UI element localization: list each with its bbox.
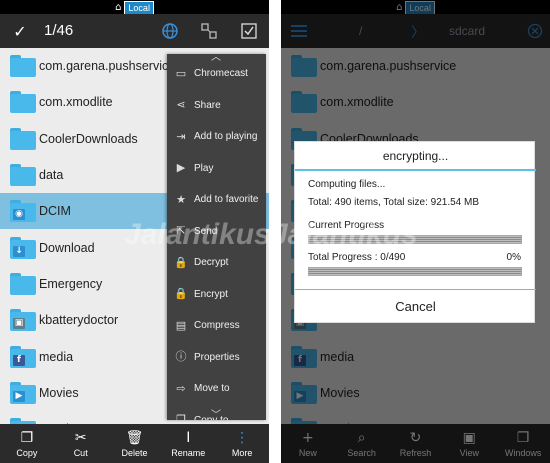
file-name: Movies bbox=[39, 385, 79, 400]
select-range-icon[interactable] bbox=[197, 19, 221, 43]
chromecast-icon: ▭ bbox=[175, 66, 187, 80]
folder-icon bbox=[10, 272, 36, 295]
rename-button[interactable]: I Rename bbox=[161, 424, 215, 463]
menu-item-move-to[interactable]: ⇨ Move to bbox=[167, 373, 266, 404]
menu-item-label: Share bbox=[194, 99, 221, 111]
menu-item-label: Chromecast bbox=[194, 68, 248, 79]
menu-item-play[interactable]: ▶ Play bbox=[167, 153, 266, 184]
file-name: media bbox=[39, 349, 74, 364]
folder-icon: ▶ bbox=[10, 381, 36, 404]
watermark-text: Jalantikus bbox=[281, 218, 418, 251]
watermark: Jalantikus bbox=[281, 218, 418, 252]
menu-item-label: Copy to bbox=[194, 414, 229, 421]
compress-icon: ▤ bbox=[175, 318, 187, 332]
selection-toolbar: ✓ 1/46 bbox=[0, 14, 269, 48]
check-icon[interactable]: ✓ bbox=[8, 19, 32, 43]
folder-icon: ◉ bbox=[10, 200, 36, 223]
copy-icon: ❐ bbox=[20, 430, 34, 446]
lock-icon: 🔒 bbox=[174, 255, 188, 269]
total-progress-percent: 0% bbox=[506, 252, 521, 263]
menu-item-chromecast[interactable]: ▭ Chromecast bbox=[167, 58, 266, 89]
info-icon: ⓘ bbox=[175, 350, 187, 363]
globe-icon[interactable] bbox=[158, 19, 182, 43]
menu-item-add-to-favorite[interactable]: ★ Add to favorite bbox=[167, 184, 266, 215]
folder-icon: ▣ bbox=[10, 309, 36, 332]
menu-item-label: Play bbox=[194, 162, 214, 174]
share-icon: ⋖ bbox=[176, 98, 186, 111]
folder-icon: f bbox=[10, 345, 36, 368]
folder-icon: ↓ bbox=[10, 236, 36, 259]
lock-icon: 🔒 bbox=[174, 287, 188, 300]
status-bar: ⌂ Local bbox=[0, 0, 269, 15]
facebook-icon: f bbox=[13, 354, 25, 366]
menu-item-encrypt[interactable]: 🔒 Encrypt bbox=[167, 279, 266, 310]
home-icon: ⌂ bbox=[115, 2, 122, 13]
bottom-button-label: Cut bbox=[73, 448, 88, 458]
copy-button[interactable]: ❐ Copy bbox=[0, 424, 54, 463]
file-name: Download bbox=[39, 240, 95, 255]
menu-item-label: Move to bbox=[194, 383, 230, 394]
folder-icon bbox=[10, 55, 36, 78]
bottom-button-label: Copy bbox=[16, 448, 38, 458]
menu-item-add-to-playing[interactable]: ⇥ Add to playing bbox=[167, 121, 266, 152]
file-name: kbatterydoctor bbox=[39, 313, 119, 328]
selection-count: 1/46 bbox=[44, 22, 74, 39]
cancel-button[interactable]: Cancel bbox=[295, 290, 536, 323]
star-icon: ★ bbox=[176, 192, 186, 206]
right-screen: ⌂ Local / 〉 sdcard com.garena.pushservic… bbox=[281, 0, 550, 463]
watermark-left: Jalantikus bbox=[124, 218, 271, 252]
folder-icon bbox=[10, 127, 36, 150]
total-progress-bar bbox=[308, 267, 522, 276]
menu-item-label: Encrypt bbox=[194, 288, 228, 300]
camera-icon: ◉ bbox=[13, 209, 25, 221]
add-to-playing-icon: ⇥ bbox=[176, 129, 186, 143]
menu-item-properties[interactable]: ⓘ Properties bbox=[167, 342, 266, 373]
location-chip[interactable]: Local bbox=[124, 1, 154, 15]
app-icon: ▣ bbox=[13, 318, 25, 330]
download-icon: ↓ bbox=[13, 245, 25, 257]
dialog-status: Computing files... bbox=[308, 179, 386, 190]
bottom-button-label: Rename bbox=[171, 448, 206, 458]
dialog-totals: Total: 490 items, Total size: 921.54 MB bbox=[308, 197, 480, 208]
folder-icon bbox=[10, 91, 36, 114]
file-name: DCIM bbox=[39, 204, 71, 219]
more-icon: ⋮ bbox=[235, 430, 250, 446]
menu-item-label: Add to favorite bbox=[194, 194, 259, 205]
delete-button[interactable]: 🗑 Delete bbox=[108, 424, 162, 463]
dialog-title: encrypting... bbox=[295, 142, 536, 171]
video-icon: ▶ bbox=[13, 390, 25, 402]
folder-icon bbox=[10, 164, 36, 187]
cut-button[interactable]: ✂ Cut bbox=[54, 424, 108, 463]
trash-icon: 🗑 bbox=[125, 430, 144, 446]
watermark-text: Jalantikus bbox=[124, 218, 271, 251]
menu-item-compress[interactable]: ▤ Compress bbox=[167, 310, 266, 341]
file-name: com.xmodlite bbox=[39, 95, 113, 110]
move-icon: ⇨ bbox=[176, 381, 186, 395]
more-button[interactable]: ⋮ More bbox=[215, 424, 269, 463]
bottom-action-bar: ❐ Copy ✂ Cut 🗑 Delete I Rename ⋮ More bbox=[0, 424, 269, 463]
menu-item-share[interactable]: ⋖ Share bbox=[167, 90, 266, 121]
file-name: Emergency bbox=[39, 276, 103, 291]
play-icon: ▶ bbox=[176, 161, 186, 174]
bottom-button-label: More bbox=[231, 448, 253, 458]
file-name: com.garena.pushservice bbox=[39, 59, 176, 74]
copy-icon: ❐ bbox=[176, 413, 186, 420]
menu-item-copy-to[interactable]: ❐ Copy to bbox=[167, 405, 266, 421]
menu-item-label: Compress bbox=[194, 320, 240, 331]
menu-item-label: Properties bbox=[194, 351, 240, 363]
bottom-button-label: Delete bbox=[121, 448, 148, 458]
total-progress-label: Total Progress : 0/490 bbox=[308, 252, 406, 263]
file-name: CoolerDownloads bbox=[39, 131, 138, 146]
select-all-icon[interactable] bbox=[237, 19, 261, 43]
file-name: data bbox=[39, 168, 64, 183]
menu-item-label: Add to playing bbox=[194, 131, 258, 142]
menu-item-label: Decrypt bbox=[194, 257, 229, 268]
scissors-icon: ✂ bbox=[74, 430, 87, 446]
rename-icon: I bbox=[186, 430, 191, 446]
